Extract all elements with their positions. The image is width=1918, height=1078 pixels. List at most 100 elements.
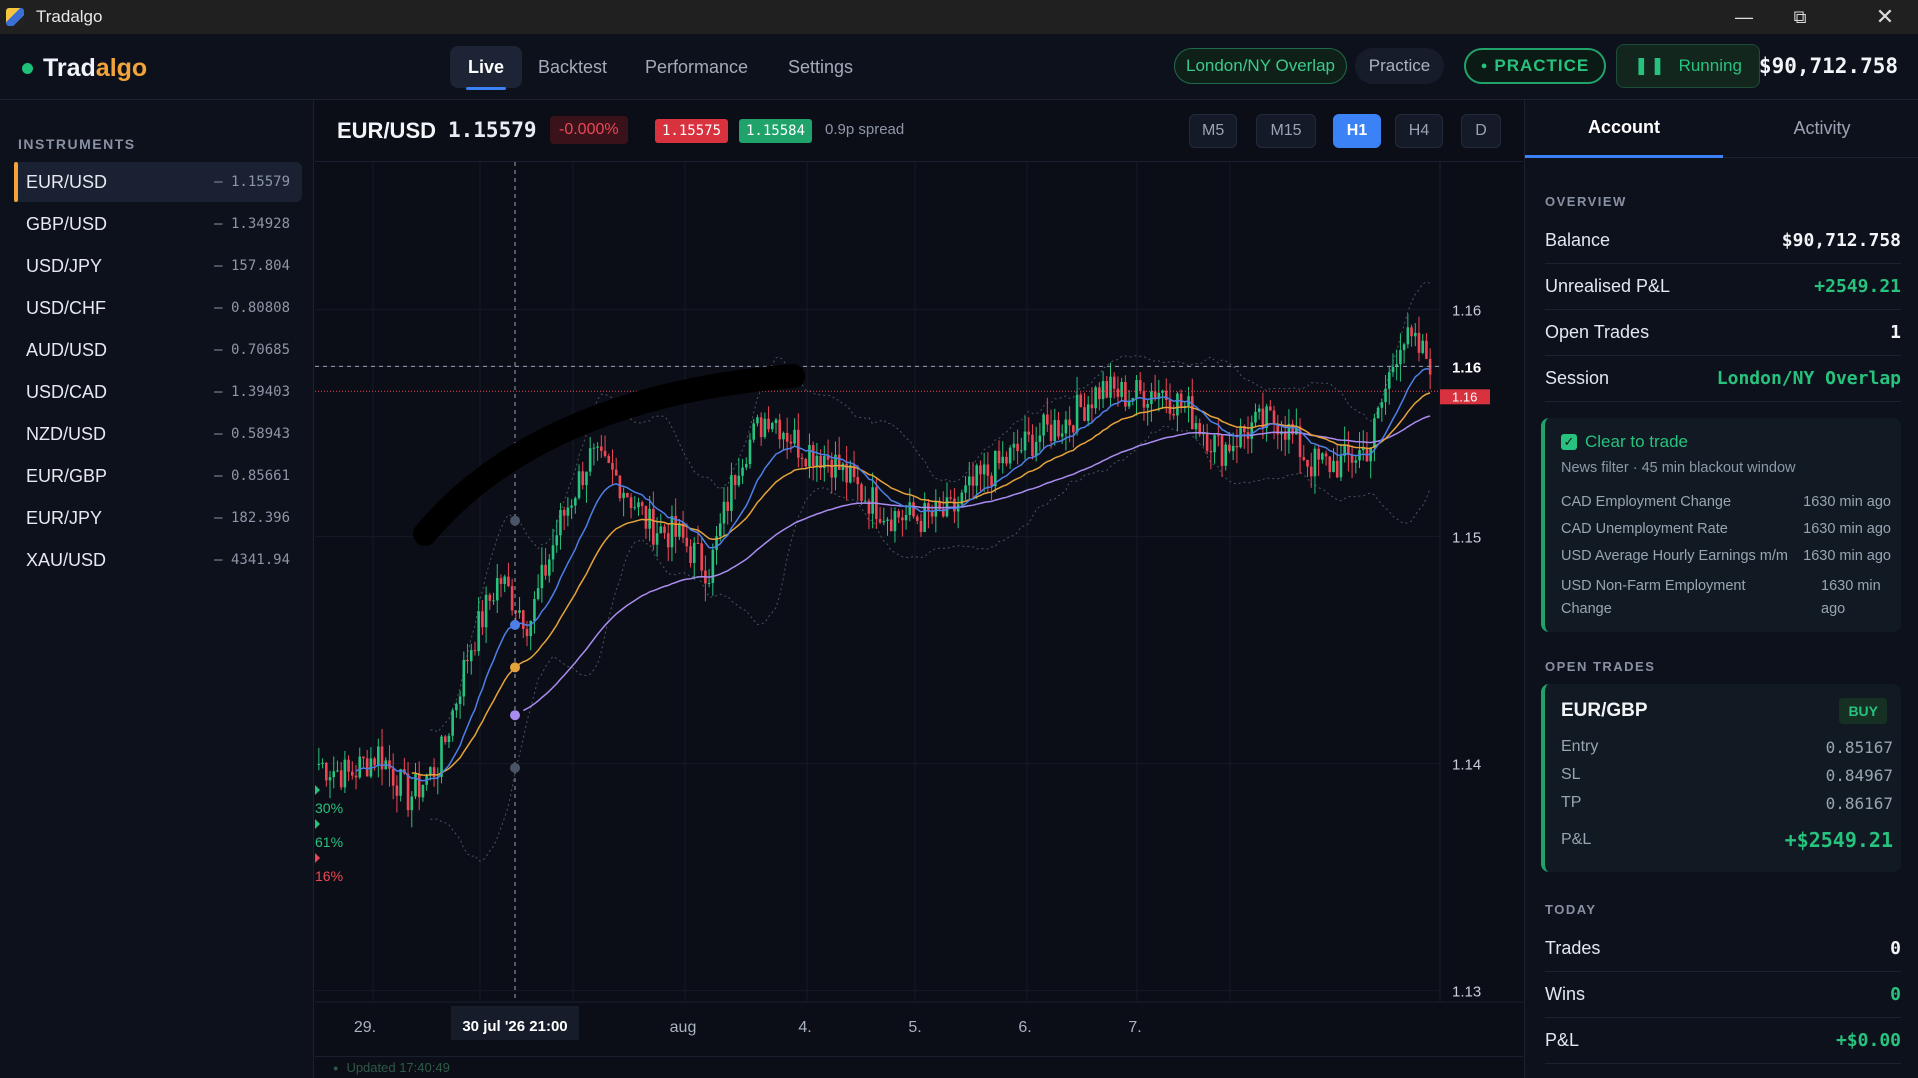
instruments-sidebar: INSTRUMENTS EUR/USD — 1.15579 GBP/USD — 1.3… [0, 100, 314, 1078]
sidebar-item-eur-gbp[interactable]: EUR/GBP — 0.85661 [14, 456, 302, 496]
sidebar-item-eur-usd[interactable]: EUR/USD — 1.15579 [14, 162, 302, 202]
candle-body [1176, 393, 1179, 416]
timeframe-d[interactable]: D [1461, 114, 1501, 148]
news-event-time: 1630 min ago [1803, 548, 1891, 564]
candle-body [1023, 431, 1027, 451]
instrument-symbol: AUD/USD [26, 339, 108, 360]
timeframe-m5[interactable]: M5 [1189, 114, 1238, 148]
sidebar-item-gbp-usd[interactable]: GBP/USD — 1.34928 [14, 204, 302, 244]
candle-body [811, 445, 815, 467]
candle-body [915, 516, 919, 521]
instrument-symbol: EUR/GBP [26, 465, 108, 486]
sidebar-item-usd-cad[interactable]: USD/CAD — 1.39403 [14, 372, 302, 412]
candle-body [1146, 404, 1149, 408]
restore-icon[interactable]: ⧉ [1773, 0, 1827, 34]
candle-body [797, 429, 800, 458]
candle-body [1239, 426, 1242, 448]
candle-body [893, 511, 897, 532]
practice-button[interactable]: ● PRACTICE [1464, 48, 1606, 84]
candle-body [967, 476, 971, 486]
news-event-name: USD Average Hourly Earnings m/m [1561, 548, 1788, 564]
candle-body [1060, 433, 1064, 437]
candle-body [1034, 441, 1038, 457]
candle-body [1228, 444, 1231, 452]
candle-body [1417, 332, 1421, 353]
candle-body [1339, 455, 1343, 478]
candle-body [1317, 448, 1320, 460]
timeframe-h1[interactable]: H1 [1333, 114, 1381, 148]
candle-body [399, 769, 402, 796]
candle-body [354, 775, 358, 778]
sidebar-item-usd-chf[interactable]: USD/CHF — 0.80808 [14, 288, 302, 328]
candle-body [614, 469, 618, 476]
tab-activity[interactable]: Activity [1723, 100, 1918, 158]
candle-body [1027, 431, 1031, 435]
overview-row: Session London/NY Overlap [1545, 356, 1901, 402]
tab-live[interactable]: Live [450, 46, 523, 90]
chart-area[interactable]: EUR/USD 1.15579 -0.000% 1.15575 1.15584 … [315, 100, 1523, 1078]
close-icon[interactable]: ✕ [1858, 0, 1912, 34]
candle-body [975, 465, 979, 486]
candle-body [626, 492, 629, 498]
candle-body [1209, 450, 1213, 453]
candle-body [904, 514, 908, 521]
tab-account[interactable]: Account [1525, 100, 1723, 158]
tab-backtest[interactable]: Backtest [520, 46, 625, 88]
candle-body [1194, 423, 1198, 430]
sidebar-item-xau-usd[interactable]: XAU/USD — 4341.94 [14, 540, 302, 580]
clear-to-trade: ✓ Clear to trade [1561, 432, 1688, 452]
open-trade-card[interactable]: EUR/GBP BUY Entry 0.85167 SL 0.84967 TP 0.8… [1541, 684, 1901, 872]
candle-body [421, 784, 425, 798]
x-tick-label: 4. [798, 1019, 811, 1036]
running-button[interactable]: ❚❚ Running [1616, 44, 1760, 88]
candle-body [652, 508, 655, 545]
candle-body [559, 509, 562, 536]
candle-body [455, 704, 458, 711]
candle-body [860, 484, 863, 502]
mode-pill[interactable]: Practice [1355, 48, 1444, 84]
candle-body [1421, 340, 1425, 353]
app-icon [6, 8, 24, 26]
candle-body [1406, 327, 1410, 345]
candle-body [912, 502, 915, 517]
today-value: 0 [1890, 984, 1901, 1005]
candle-body [815, 455, 819, 467]
candle-body [1105, 381, 1109, 398]
candle-body [1231, 445, 1235, 452]
candle-body [670, 516, 674, 548]
timeframe-m15[interactable]: M15 [1256, 114, 1316, 148]
candle-body [321, 762, 324, 764]
trade-row: TP 0.86167 [1561, 794, 1893, 813]
x-tick-label: 7. [1128, 1019, 1141, 1036]
candle-body [737, 475, 741, 486]
candle-body [692, 542, 696, 563]
minimize-icon[interactable]: — [1717, 0, 1771, 34]
overview-label: Open Trades [1545, 322, 1650, 342]
sidebar-item-aud-usd[interactable]: AUD/USD — 0.70685 [14, 330, 302, 370]
instrument-symbol: XAU/USD [26, 549, 107, 570]
candle-body [1120, 381, 1123, 397]
candle-body [800, 457, 804, 459]
trade-pair: EUR/GBP [1561, 700, 1648, 721]
sidebar-item-usd-jpy[interactable]: USD/JPY — 157.804 [14, 246, 302, 286]
tab-performance[interactable]: Performance [627, 46, 766, 88]
candle-body [1306, 459, 1309, 467]
candle-body [763, 418, 767, 438]
candle-body [849, 465, 852, 483]
sidebar-item-eur-jpy[interactable]: EUR/JPY — 182.396 [14, 498, 302, 538]
sidebar-item-nzd-usd[interactable]: NZD/USD — 0.58943 [14, 414, 302, 454]
candle-body [1425, 340, 1428, 359]
instrument-price: — 0.58943 [214, 426, 290, 442]
status-dot-icon: ● [333, 1062, 339, 1073]
timeframe-h4[interactable]: H4 [1395, 114, 1443, 148]
candle-body [696, 542, 700, 544]
candle-body [744, 464, 748, 468]
trade-row-value: 0.84967 [1825, 766, 1893, 785]
session-pill[interactable]: London/NY Overlap [1174, 48, 1347, 84]
price-chart[interactable]: 30%61%16% 1.161.161.151.141.131.1629.30.… [315, 162, 1523, 1078]
candle-body [1387, 372, 1391, 389]
tab-settings[interactable]: Settings [770, 46, 871, 88]
candle-body [733, 475, 737, 486]
trade-row-value: 0.86167 [1825, 794, 1893, 813]
instrument-price: — 0.85661 [214, 468, 290, 484]
